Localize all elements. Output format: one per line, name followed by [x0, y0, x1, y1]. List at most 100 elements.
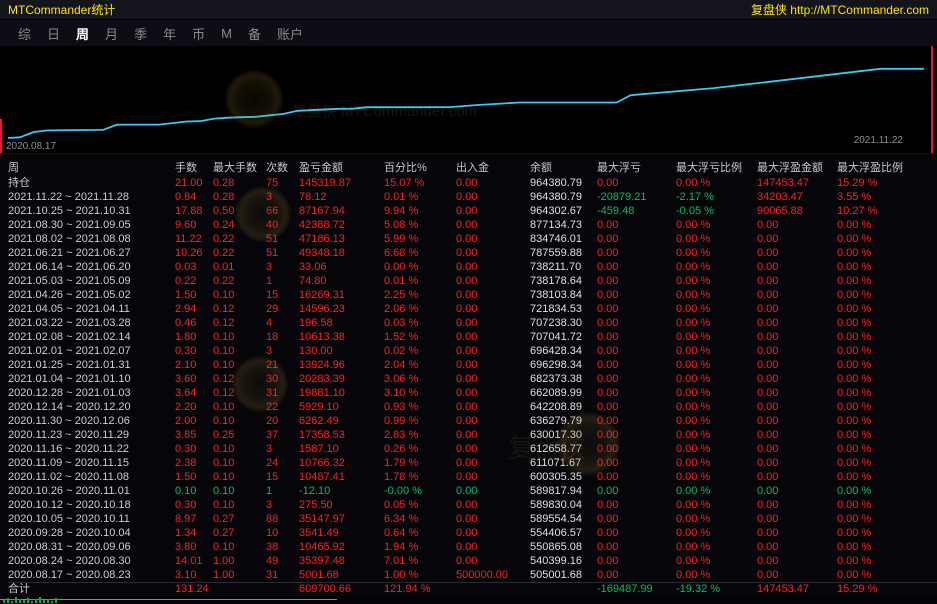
cell: 0.00 % [837, 442, 937, 456]
cell: 0.00 [597, 414, 676, 428]
table-row[interactable]: 2020.08.24 ~ 2020.08.3014.011.004935397.… [8, 554, 937, 568]
table-row[interactable]: 2021.01.04 ~ 2021.01.103.600.123020283.3… [8, 372, 937, 386]
cell: 35397.48 [299, 554, 384, 568]
mini-bar [15, 597, 17, 603]
chart-start-date-label: 2020.08.17 [6, 141, 56, 152]
cell: 0.00 [757, 568, 837, 582]
menu-item-9[interactable]: 备 [240, 22, 269, 45]
menu-item-6[interactable]: 年 [155, 22, 184, 45]
cell: 0.00 [456, 246, 530, 260]
cell: 2.00 [175, 414, 213, 428]
table-row[interactable]: 2020.08.17 ~ 2020.08.233.101.00315001.68… [8, 568, 937, 582]
table-row[interactable]: 2020.10.26 ~ 2020.11.010.100.101-12.10-0… [8, 484, 937, 498]
menu-item-8[interactable]: M [213, 24, 240, 43]
cell: 2021.08.02 ~ 2021.08.08 [8, 232, 175, 246]
table-row[interactable]: 2020.10.12 ~ 2020.10.180.300.103275.500.… [8, 498, 937, 512]
menu-item-1[interactable]: 综 [10, 22, 39, 45]
cell: 14596.23 [299, 302, 384, 316]
table-row[interactable]: 2020.10.05 ~ 2020.10.118.970.278835147.9… [8, 512, 937, 526]
cell: 5.99 % [384, 232, 456, 246]
cell: 589817.94 [530, 484, 597, 498]
cell: 20 [266, 414, 299, 428]
cell: 0.00 [456, 358, 530, 372]
cell: 0.00 % [676, 498, 757, 512]
cell: 0.00 % [676, 302, 757, 316]
cell: 0.00 [456, 428, 530, 442]
cell: 1.78 % [384, 470, 456, 484]
table-row[interactable]: 2021.04.26 ~ 2021.05.021.500.101516269.3… [8, 288, 937, 302]
table-row[interactable]: 2020.11.02 ~ 2020.11.081.500.101510487.4… [8, 470, 937, 484]
table-row[interactable]: 2020.09.28 ~ 2020.10.041.340.27103541.49… [8, 526, 937, 540]
mini-bar [47, 599, 49, 603]
cell: 11.22 [175, 232, 213, 246]
table-row[interactable]: 2021.06.14 ~ 2021.06.200.030.01333.060.0… [8, 260, 937, 274]
cell: 0.00 % [837, 414, 937, 428]
cell: 34203.47 [757, 190, 837, 204]
table-row[interactable]: 2021.01.25 ~ 2021.01.312.100.102113924.9… [8, 358, 937, 372]
column-header: 出入金 [456, 160, 530, 176]
cell: 0.00 [597, 540, 676, 554]
table-row[interactable]: 2021.04.05 ~ 2021.04.112.940.122914596.2… [8, 302, 937, 316]
cell: 0.00 % [676, 456, 757, 470]
table-row[interactable]: 2021.02.01 ~ 2021.02.070.300.103130.000.… [8, 344, 937, 358]
menu-item-3[interactable]: 周 [68, 22, 97, 45]
mini-bar [31, 601, 33, 603]
menu-item-2[interactable]: 日 [39, 22, 68, 45]
cell: 3.10 % [384, 386, 456, 400]
menu-item-7[interactable]: 币 [184, 22, 213, 45]
table-row[interactable]: 2021.06.21 ~ 2021.06.2710.260.225149348.… [8, 246, 937, 260]
cell: 2.04 % [384, 358, 456, 372]
table-row[interactable]: 2021.08.30 ~ 2021.09.059.600.244042388.7… [8, 218, 937, 232]
cell: 0.00 % [837, 288, 937, 302]
table-row[interactable]: 2020.11.16 ~ 2020.11.220.300.1031587.100… [8, 442, 937, 456]
cell: 0.00 [757, 414, 837, 428]
table-row[interactable]: 2021.08.02 ~ 2021.08.0811.220.225147186.… [8, 232, 937, 246]
cell: -169487.99 [597, 583, 676, 596]
cell: 0.00 [597, 372, 676, 386]
table-row[interactable]: 2021.11.22 ~ 2021.11.280.840.28378.120.0… [8, 190, 937, 204]
column-header: 最大浮盈金额 [757, 160, 837, 176]
menu-item-5[interactable]: 季 [126, 22, 155, 45]
cell: 1.00 [213, 568, 266, 582]
cell: 0.00 [597, 232, 676, 246]
table-row[interactable]: 2020.12.28 ~ 2021.01.033.640.123119881.1… [8, 386, 937, 400]
table-total-row[interactable]: 合计131.24609700.66121.94 %-169487.99-19.3… [8, 582, 937, 596]
table-row[interactable]: 2020.11.30 ~ 2020.12.062.000.10206262.49… [8, 414, 937, 428]
table-row[interactable]: 2020.08.31 ~ 2020.09.063.800.103810465.9… [8, 540, 937, 554]
table-row[interactable]: 2020.12.14 ~ 2020.12.202.200.10225929.10… [8, 400, 937, 414]
menu-item-4[interactable]: 月 [97, 22, 126, 45]
table-row[interactable]: 2021.10.25 ~ 2021.10.3117.880.506687167.… [8, 204, 937, 218]
cell: 3.60 [175, 372, 213, 386]
table-row[interactable]: 2020.11.09 ~ 2020.11.152.380.102410766.3… [8, 456, 937, 470]
cell: 2020.11.23 ~ 2020.11.29 [8, 428, 175, 442]
titlebar-brand-link[interactable]: 复盘侠 http://MTCommander.com [751, 1, 929, 18]
cell: 145319.87 [299, 176, 384, 190]
cell: 0.01 [213, 260, 266, 274]
cell: 2.20 [175, 400, 213, 414]
cell: 1587.10 [299, 442, 384, 456]
cell: 0.00 % [837, 456, 937, 470]
menu-item-10[interactable]: 账户 [269, 22, 311, 45]
cell: 0.00 % [676, 470, 757, 484]
mini-bar [11, 601, 13, 603]
cell: 738178.64 [530, 274, 597, 288]
mini-bar [39, 597, 41, 603]
cell: 10613.38 [299, 330, 384, 344]
cell: 0.00 [456, 442, 530, 456]
table-row[interactable]: 2020.11.23 ~ 2020.11.293.850.253717358.5… [8, 428, 937, 442]
cell: 16269.31 [299, 288, 384, 302]
cell: 0.00 % [837, 232, 937, 246]
cell: 0.03 [175, 260, 213, 274]
cell: 0.25 [213, 428, 266, 442]
cell: 17.88 [175, 204, 213, 218]
cell: 2020.08.17 ~ 2020.08.23 [8, 568, 175, 582]
table-row[interactable]: 2021.03.22 ~ 2021.03.280.460.124196.580.… [8, 316, 937, 330]
cell: -0.00 % [384, 484, 456, 498]
cell: 0.00 % [837, 386, 937, 400]
cell: 3 [266, 498, 299, 512]
cell: 0.00 % [676, 246, 757, 260]
cell: 0.00 [456, 526, 530, 540]
table-row[interactable]: 2021.05.03 ~ 2021.05.090.220.22174.800.0… [8, 274, 937, 288]
table-row[interactable]: 持仓21.000.2875145319.8715.07 %0.00964380.… [8, 176, 937, 190]
table-row[interactable]: 2021.02.08 ~ 2021.02.141.800.101810613.3… [8, 330, 937, 344]
